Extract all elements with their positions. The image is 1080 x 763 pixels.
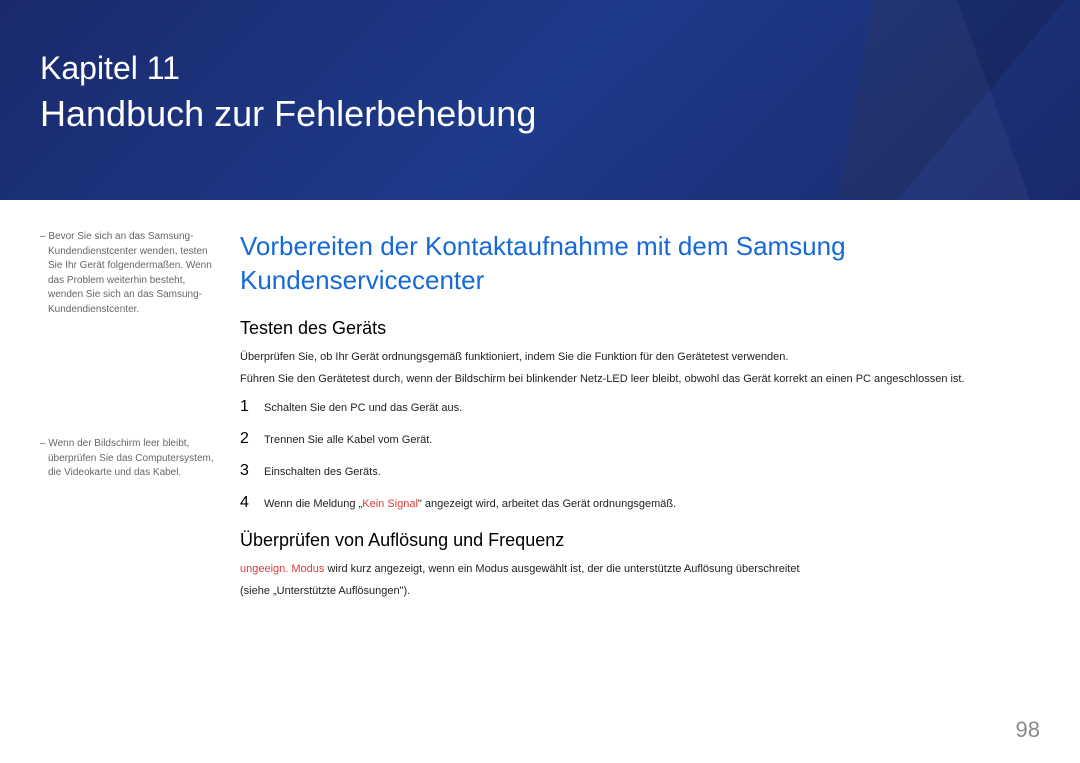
para3-rest: wird kurz angezeigt, wenn ein Modus ausg…	[324, 563, 799, 575]
paragraph-1: Überprüfen Sie, ob Ihr Gerät ordnungsgem…	[240, 349, 1040, 366]
content-area: Bevor Sie sich an das Samsung-Kundendien…	[0, 200, 1080, 626]
step-number: 3	[240, 462, 264, 480]
chapter-header: Kapitel 11 Handbuch zur Fehlerbehebung	[0, 0, 1080, 200]
step-item: 4 Wenn die Meldung „Kein Signal" angezei…	[240, 494, 1040, 512]
paragraph-2: Führen Sie den Gerätetest durch, wenn de…	[240, 371, 1040, 388]
chapter-title: Handbuch zur Fehlerbehebung	[40, 93, 1040, 135]
step4-red-text: Kein Signal	[362, 498, 418, 510]
section-heading: Vorbereiten der Kontaktaufnahme mit dem …	[240, 230, 1040, 298]
side-note-1: Bevor Sie sich an das Samsung-Kundendien…	[40, 230, 220, 317]
steps-list: 1 Schalten Sie den PC und das Gerät aus.…	[240, 398, 1040, 512]
step-number: 4	[240, 494, 264, 512]
subsection-heading-resolution: Überprüfen von Auflösung und Frequenz	[240, 530, 1040, 551]
step4-post: " angezeigt wird, arbeitet das Gerät ord…	[418, 498, 676, 510]
paragraph-4: (siehe „Unterstützte Auflösungen").	[240, 583, 1040, 600]
sidebar-column: Bevor Sie sich an das Samsung-Kundendien…	[40, 230, 240, 606]
paragraph-3: ungeeign. Modus wird kurz angezeigt, wen…	[240, 561, 1040, 578]
step-item: 2 Trennen Sie alle Kabel vom Gerät.	[240, 430, 1040, 448]
step-number: 1	[240, 398, 264, 416]
step-text: Wenn die Meldung „Kein Signal" angezeigt…	[264, 498, 676, 510]
side-note-2: Wenn der Bildschirm leer bleibt, überprü…	[40, 437, 220, 481]
step-number: 2	[240, 430, 264, 448]
para3-red-text: ungeeign. Modus	[240, 563, 324, 575]
page-number: 98	[1016, 717, 1040, 743]
chapter-number-label: Kapitel 11	[40, 50, 1040, 87]
step-text: Schalten Sie den PC und das Gerät aus.	[264, 402, 462, 414]
step-item: 3 Einschalten des Geräts.	[240, 462, 1040, 480]
step4-pre: Wenn die Meldung „	[264, 498, 362, 510]
subsection-heading-testing: Testen des Geräts	[240, 318, 1040, 339]
step-text: Trennen Sie alle Kabel vom Gerät.	[264, 434, 432, 446]
main-column: Vorbereiten der Kontaktaufnahme mit dem …	[240, 230, 1040, 606]
step-item: 1 Schalten Sie den PC und das Gerät aus.	[240, 398, 1040, 416]
step-text: Einschalten des Geräts.	[264, 466, 381, 478]
